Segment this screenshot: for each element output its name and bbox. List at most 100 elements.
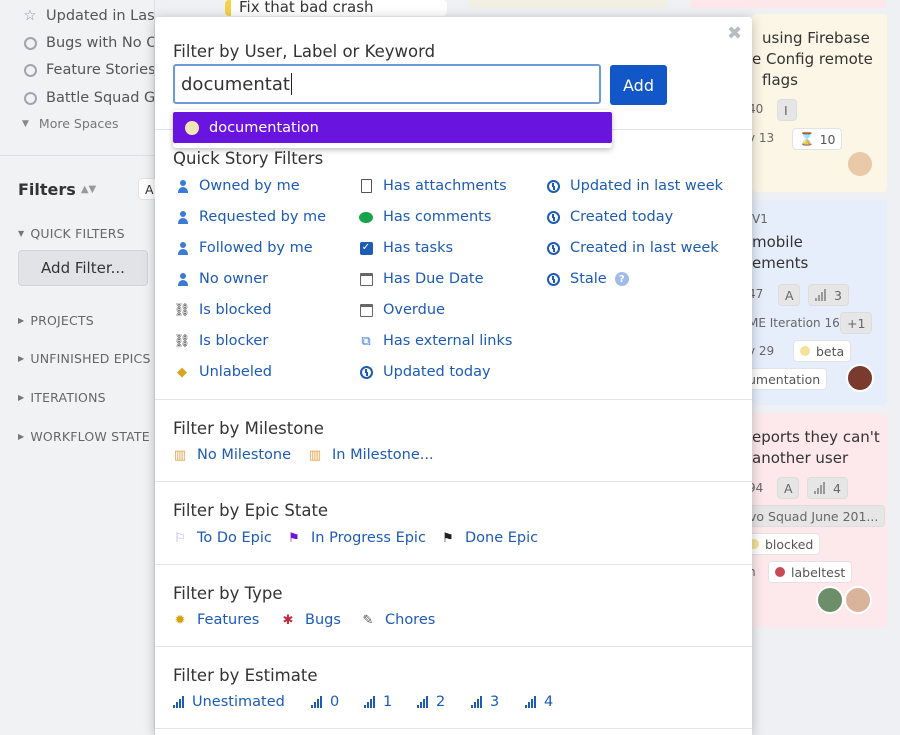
clock-icon [546, 210, 560, 224]
clock-icon [359, 365, 373, 379]
filter-in-progress-epic[interactable]: ⚑ In Progress Epic [287, 530, 426, 546]
quick-story-filters-title: Quick Story Filters [173, 149, 324, 168]
filter-is-blocked[interactable]: ⛓ Is blocked [174, 302, 272, 318]
close-icon[interactable]: ✖ [727, 23, 742, 44]
avatar [846, 364, 874, 392]
filter-estimate-1[interactable]: 1 [364, 694, 392, 710]
filter-is-blocker[interactable]: ⛓ Is blocker [174, 333, 269, 349]
filter-requested-by-me[interactable]: Requested by me [175, 209, 326, 225]
story-card-top-2[interactable] [468, 0, 668, 8]
filter-features[interactable]: ✹ Features [173, 612, 260, 628]
add-filter-button[interactable]: Add Filter... [18, 250, 148, 286]
label-chip-beta: beta [793, 340, 852, 362]
estimate-bars-icon [525, 696, 536, 708]
estimate-bars-icon [173, 696, 184, 708]
radio-icon [22, 90, 38, 106]
filter-has-due-date[interactable]: Has Due Date [359, 271, 484, 287]
estimate-icon [814, 482, 825, 494]
filter-owned-by-me[interactable]: Owned by me [175, 178, 300, 194]
add-button[interactable]: Add [610, 65, 667, 105]
story-card-top-3[interactable] [690, 0, 887, 8]
filter-created-today[interactable]: Created today [546, 209, 673, 225]
divider [155, 646, 752, 647]
sort-icon: ▲▼ [80, 184, 97, 195]
deadline-chip: ⌛ 10 [792, 128, 843, 150]
estimate-bars-icon [364, 696, 375, 708]
filter-estimate-0[interactable]: 0 [311, 694, 339, 710]
chevron-down-icon: ▼ [22, 118, 29, 129]
radio-icon [22, 35, 38, 51]
checkered-flag-icon: ⚑ [442, 530, 454, 546]
text-caret [290, 73, 292, 95]
clock-icon [546, 272, 560, 286]
filter-estimate-4[interactable]: 4 [525, 694, 553, 710]
flag-icon: ⚑ [288, 530, 300, 546]
filter-chores[interactable]: ✎ Chores [361, 612, 436, 628]
space-feature-stories[interactable]: Feature Stories [22, 58, 154, 82]
caret-down-icon: ▼ [18, 229, 25, 238]
comment-icon [359, 210, 373, 224]
calendar-icon [359, 272, 373, 286]
divider [155, 399, 752, 400]
filter-has-attachments[interactable]: Has attachments [359, 178, 507, 194]
more-spaces-toggle[interactable]: ▼ More Spaces [22, 116, 119, 131]
epic-state-filter-title: Filter by Epic State [173, 501, 329, 520]
help-icon[interactable]: ? [614, 272, 629, 286]
unfinished-epics-section[interactable]: ▶ UNFINISHED EPICS [18, 351, 151, 366]
estimate-bars-icon [471, 696, 482, 708]
label-chip-blocked: blocked [752, 533, 821, 555]
estimate-chip: 3 [808, 284, 849, 306]
suggestion-item-documentation[interactable]: documentation [173, 112, 612, 143]
filter-has-comments[interactable]: Has comments [359, 209, 491, 225]
filter-unlabeled[interactable]: ◆ Unlabeled [175, 364, 272, 380]
filter-done-epic[interactable]: ⚑ Done Epic [441, 530, 538, 546]
estimate-bars-icon [417, 696, 428, 708]
filter-no-owner[interactable]: No owner [175, 271, 268, 287]
space-battle-squad[interactable]: Battle Squad Ga [22, 86, 154, 110]
space-updated-last-week[interactable]: ☆ Updated in Last Week [22, 4, 155, 28]
bug-icon: ✱ [282, 612, 294, 628]
type-filter-title: Filter by Type [173, 584, 283, 603]
caret-right-icon: ▶ [18, 316, 25, 325]
filter-created-last-week[interactable]: Created in last week [546, 240, 719, 256]
document-icon [359, 179, 373, 193]
filters-title[interactable]: Filters ▲▼ [18, 180, 96, 199]
estimate-bars-icon [311, 696, 322, 708]
filter-overdue[interactable]: Overdue [359, 302, 445, 318]
workflow-state-section[interactable]: ▶ WORKFLOW STATE [18, 429, 150, 444]
keyword-input[interactable]: documentat [173, 64, 601, 104]
estimate-icon [815, 289, 826, 301]
clock-icon [546, 241, 560, 255]
filter-updated-last-week[interactable]: Updated in last week [546, 178, 723, 194]
estimate-chip: 4 [807, 477, 848, 499]
projects-section[interactable]: ▶ PROJECTS [18, 313, 94, 328]
milestone-filter-title: Filter by Milestone [173, 419, 324, 438]
divider [155, 481, 752, 482]
avatar [816, 586, 844, 614]
filter-estimate-2[interactable]: 2 [417, 694, 445, 710]
story-card-mobile[interactable]: V1 mobile ements 47 A 3 ME Iteration 16 … [752, 200, 887, 405]
filter-has-tasks[interactable]: ✓ Has tasks [359, 240, 453, 256]
filter-bugs[interactable]: ✱ Bugs [281, 612, 341, 628]
iterations-section[interactable]: ▶ ITERATIONS [18, 390, 106, 405]
checkbox-icon: ✓ [359, 241, 373, 255]
story-card-reports[interactable]: eports they can't another user 94 A 4 vo… [752, 413, 887, 628]
filter-stale[interactable]: Stale? [546, 271, 629, 287]
space-bugs-no-owner[interactable]: Bugs with No O [22, 31, 154, 55]
filter-no-milestone[interactable]: ▥ No Milestone [173, 447, 291, 463]
filter-todo-epic[interactable]: ⚐ To Do Epic [173, 530, 272, 546]
story-card-firebase[interactable]: using Firebase e Config remote flags 40 … [752, 14, 887, 192]
filter-unestimated[interactable]: Unestimated [173, 694, 285, 710]
filter-updated-today[interactable]: Updated today [359, 364, 491, 380]
filter-followed-by-me[interactable]: Followed by me [175, 240, 313, 256]
caret-right-icon: ▶ [18, 354, 25, 363]
filter-estimate-3[interactable]: 3 [471, 694, 499, 710]
label-chip-labeltest: labeltest [768, 561, 853, 583]
filter-has-external-links[interactable]: ⧉ Has external links [359, 333, 512, 349]
caret-right-icon: ▶ [18, 393, 25, 402]
quick-filters-section[interactable]: ▼ QUICK FILTERS [18, 226, 125, 241]
divider [155, 728, 752, 729]
story-card-top[interactable]: Fix that bad crash [225, 0, 447, 16]
flag-outline-icon: ⚐ [174, 530, 186, 546]
filter-in-milestone[interactable]: ▥ In Milestone... [308, 447, 434, 463]
